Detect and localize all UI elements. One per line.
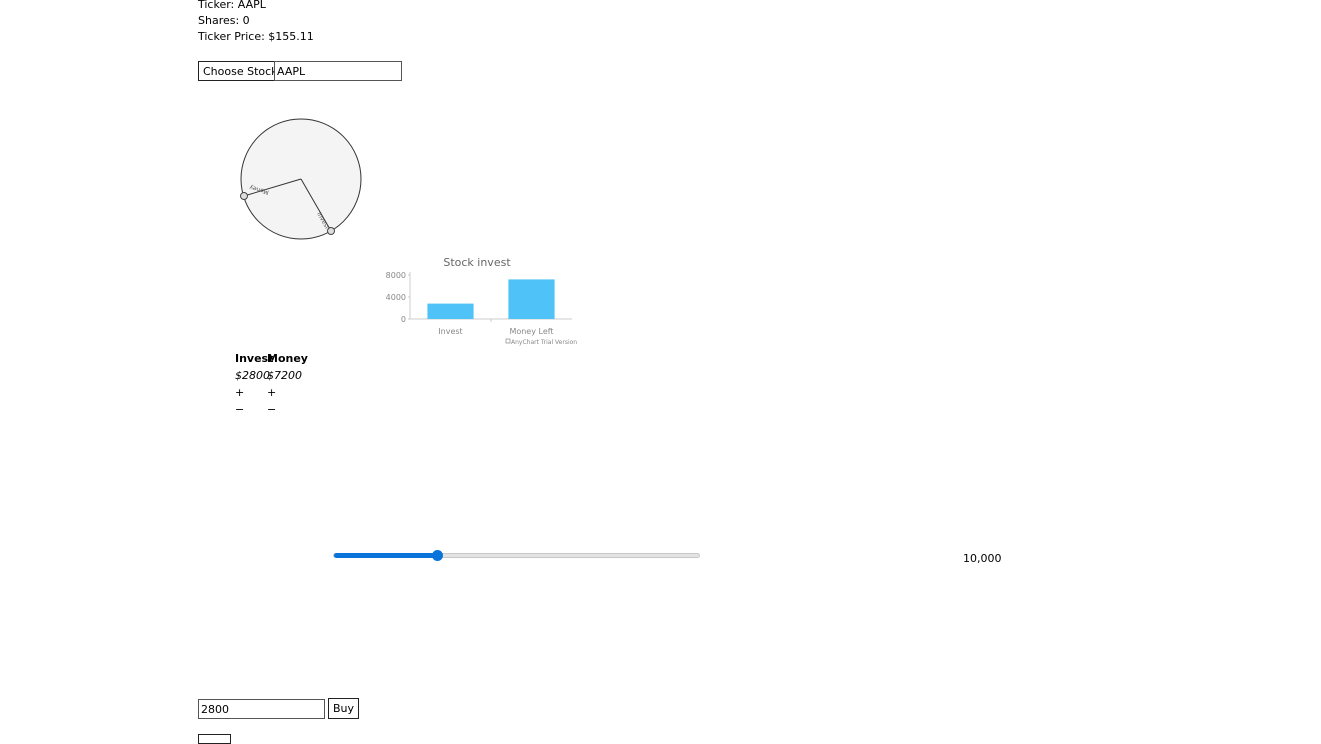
money-amount: $7200 [267, 369, 302, 382]
investment-slider[interactable] [333, 550, 700, 561]
choose-stock-button[interactable]: Choose Stock [198, 61, 283, 81]
y-tick-label: 8000 [386, 271, 406, 280]
y-tick-label: 4000 [386, 293, 406, 302]
x-tick-label: Invest [438, 327, 462, 336]
slider-fill [334, 553, 437, 558]
buy-button[interactable]: Buy [328, 698, 360, 719]
x-tick-label: Money Left [509, 327, 553, 336]
invest-amount: $2800 [235, 369, 270, 382]
money-decrease-button[interactable]: − [267, 403, 276, 416]
dial-money-handle[interactable] [240, 192, 248, 200]
money-increase-button[interactable]: + [267, 386, 276, 399]
stock-ticker-input[interactable] [274, 61, 402, 81]
slider-max-label: 10,000 [963, 552, 1002, 565]
y-tick-label: 0 [401, 315, 406, 324]
buy-amount-input[interactable] [198, 699, 325, 719]
chart-credit-icon [505, 338, 511, 344]
ticker-label: Ticker: AAPL [198, 0, 266, 11]
dial-invest-handle[interactable] [327, 227, 335, 235]
slider-thumb[interactable] [431, 550, 443, 561]
stock-invest-chart: Stock invest 8000 4000 0 Invest Money Left A… [386, 256, 578, 346]
allocation-dial[interactable]: Money Invest [235, 113, 367, 245]
bar-invest [427, 303, 474, 319]
chart-credit: AnyChart Trial Version [511, 339, 577, 346]
invest-decrease-button[interactable]: − [235, 403, 244, 416]
shares-label: Shares: 0 [198, 14, 250, 27]
invest-increase-button[interactable]: + [235, 386, 244, 399]
bottom-button[interactable] [198, 734, 231, 744]
invest-header: Invest [235, 352, 274, 365]
money-header: Money [267, 352, 308, 365]
allocation-table: Invest Money $2800 $7200 + + − − [235, 350, 308, 418]
ticker-price-label: Ticker Price: $155.11 [198, 30, 314, 43]
bar-money-left [508, 279, 555, 319]
chart-title: Stock invest [443, 256, 511, 269]
